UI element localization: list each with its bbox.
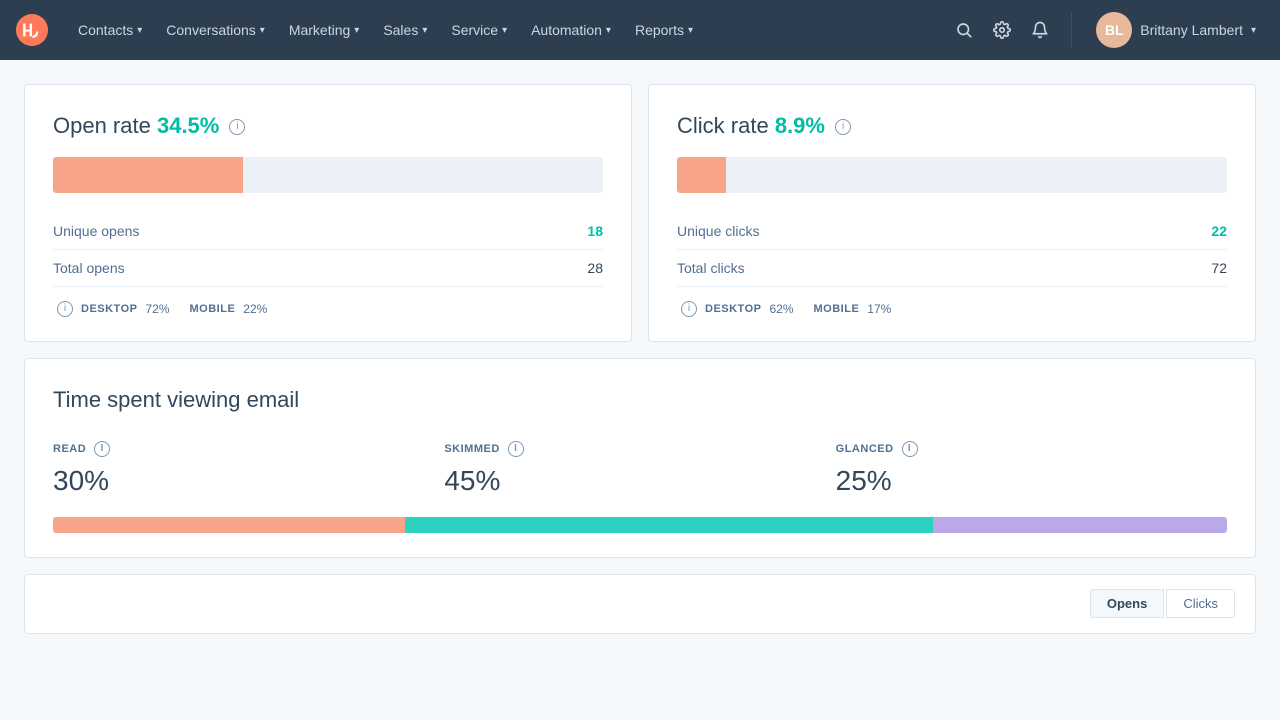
read-info-icon[interactable]: i (94, 441, 110, 457)
mobile-value: 22% (243, 302, 267, 316)
skimmed-info-icon[interactable]: i (508, 441, 524, 457)
user-menu[interactable]: BL Brittany Lambert ▾ (1088, 8, 1264, 52)
nav-divider (1071, 12, 1072, 48)
nav-sales[interactable]: Sales ▾ (373, 14, 437, 46)
stacked-bar (53, 517, 1227, 533)
mobile-label-click: MOBILE (814, 303, 860, 315)
info-icon-device[interactable]: i (57, 301, 73, 317)
nav-items: Contacts ▾ Conversations ▾ Marketing ▾ S… (68, 14, 949, 46)
nav-service[interactable]: Service ▾ (441, 14, 517, 46)
nav-right: BL Brittany Lambert ▾ (949, 8, 1264, 52)
top-cards-row: Open rate 34.5% i Unique opens 18 Total … (24, 84, 1256, 342)
navbar: Contacts ▾ Conversations ▾ Marketing ▾ S… (0, 0, 1280, 60)
nav-conversations[interactable]: Conversations ▾ (156, 14, 275, 46)
desktop-value-click: 62% (769, 302, 793, 316)
click-rate-title: Click rate 8.9% i (677, 113, 1227, 139)
time-card-title: Time spent viewing email (53, 387, 1227, 413)
glanced-value: 25% (836, 465, 1227, 497)
total-opens-label: Total opens (53, 260, 125, 276)
glanced-segment (933, 517, 1227, 533)
nav-automation[interactable]: Automation ▾ (521, 14, 621, 46)
chevron-down-icon: ▾ (260, 25, 265, 36)
read-segment (53, 517, 405, 533)
skimmed-metric: SKIMMED i 45% (444, 441, 835, 497)
desktop-label-click: DESKTOP (705, 303, 761, 315)
click-rate-fill (677, 157, 726, 193)
device-row: i DESKTOP 72% MOBILE 22% (53, 301, 603, 317)
mobile-label: MOBILE (190, 303, 236, 315)
notifications-button[interactable] (1025, 15, 1055, 45)
chevron-down-icon: ▾ (422, 25, 427, 36)
chevron-down-icon: ▾ (1251, 25, 1256, 36)
open-rate-card: Open rate 34.5% i Unique opens 18 Total … (24, 84, 632, 342)
read-metric: READ i 30% (53, 441, 444, 497)
glanced-label: GLANCED i (836, 441, 1227, 457)
search-button[interactable] (949, 15, 979, 45)
skimmed-segment (405, 517, 933, 533)
info-icon-device-click[interactable]: i (681, 301, 697, 317)
tab-opens[interactable]: Opens (1090, 589, 1164, 618)
time-spent-card: Time spent viewing email READ i 30% SKIM… (24, 358, 1256, 558)
unique-clicks-value: 22 (1211, 223, 1227, 239)
time-metrics: READ i 30% SKIMMED i 45% GLANCED i 25% (53, 441, 1227, 497)
nav-reports[interactable]: Reports ▾ (625, 14, 703, 46)
chevron-down-icon: ▾ (354, 25, 359, 36)
click-rate-value: 8.9% (775, 113, 825, 138)
glanced-metric: GLANCED i 25% (836, 441, 1227, 497)
unique-opens-label: Unique opens (53, 223, 139, 239)
click-rate-card: Click rate 8.9% i Unique clicks 22 Total… (648, 84, 1256, 342)
open-rate-title: Open rate 34.5% i (53, 113, 603, 139)
bottom-panel: Opens Clicks (24, 574, 1256, 634)
total-clicks-label: Total clicks (677, 260, 745, 276)
unique-clicks-label: Unique clicks (677, 223, 759, 239)
user-name: Brittany Lambert (1140, 22, 1243, 38)
read-value: 30% (53, 465, 444, 497)
nav-marketing[interactable]: Marketing ▾ (279, 14, 370, 46)
desktop-label: DESKTOP (81, 303, 137, 315)
total-opens-row: Total opens 28 (53, 250, 603, 287)
open-rate-value: 34.5% (157, 113, 219, 138)
click-rate-bar (677, 157, 1227, 193)
desktop-value: 72% (145, 302, 169, 316)
settings-button[interactable] (987, 15, 1017, 45)
chevron-down-icon: ▾ (606, 25, 611, 36)
read-label: READ i (53, 441, 444, 457)
open-rate-fill (53, 157, 243, 193)
info-icon[interactable]: i (229, 119, 245, 135)
nav-contacts[interactable]: Contacts ▾ (68, 14, 152, 46)
unique-opens-value: 18 (587, 223, 603, 239)
chevron-down-icon: ▾ (688, 25, 693, 36)
mobile-value-click: 17% (867, 302, 891, 316)
info-icon[interactable]: i (835, 119, 851, 135)
total-opens-value: 28 (587, 260, 603, 276)
skimmed-label: SKIMMED i (444, 441, 835, 457)
avatar: BL (1096, 12, 1132, 48)
chevron-down-icon: ▾ (137, 25, 142, 36)
open-rate-bar (53, 157, 603, 193)
hubspot-logo[interactable] (16, 14, 48, 46)
bottom-tabs: Opens Clicks (1090, 589, 1235, 618)
total-clicks-row: Total clicks 72 (677, 250, 1227, 287)
chevron-down-icon: ▾ (502, 25, 507, 36)
glanced-info-icon[interactable]: i (902, 441, 918, 457)
device-row-click: i DESKTOP 62% MOBILE 17% (677, 301, 1227, 317)
total-clicks-value: 72 (1211, 260, 1227, 276)
main-content: Open rate 34.5% i Unique opens 18 Total … (0, 60, 1280, 658)
skimmed-value: 45% (444, 465, 835, 497)
unique-clicks-row: Unique clicks 22 (677, 213, 1227, 250)
tab-clicks[interactable]: Clicks (1166, 589, 1235, 618)
unique-opens-row: Unique opens 18 (53, 213, 603, 250)
